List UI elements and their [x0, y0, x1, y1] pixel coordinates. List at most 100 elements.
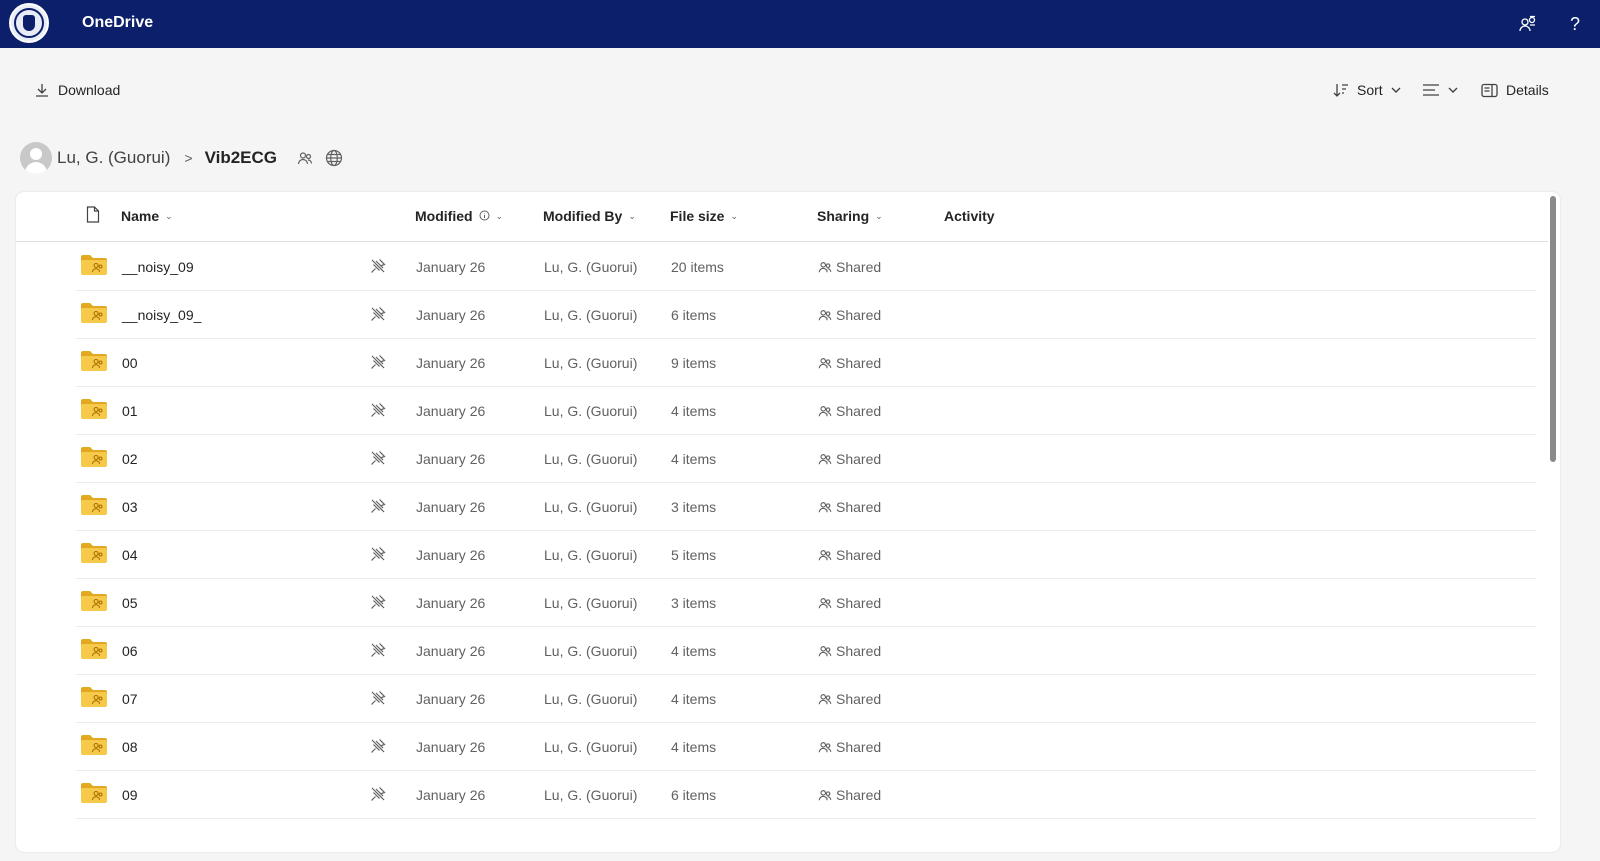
row-modified-by[interactable]: Lu, G. (Guorui)	[544, 547, 637, 563]
row-modified-by[interactable]: Lu, G. (Guorui)	[544, 355, 637, 371]
column-activity[interactable]: Activity	[944, 208, 995, 224]
column-file-size-label: File size	[670, 208, 725, 224]
row-sharing[interactable]: Shared	[818, 259, 881, 275]
pin-off-icon[interactable]	[370, 786, 386, 807]
row-name[interactable]: 05	[122, 595, 138, 611]
app-title[interactable]: OneDrive	[82, 14, 153, 32]
row-file-size: 4 items	[671, 403, 717, 419]
pin-off-icon[interactable]	[370, 738, 386, 759]
shared-people-icon	[818, 454, 832, 465]
row-modified-by[interactable]: Lu, G. (Guorui)	[544, 643, 637, 659]
chevron-down-icon: ⌄	[628, 210, 636, 221]
row-modified-by[interactable]: Lu, G. (Guorui)	[544, 595, 637, 611]
row-modified-by[interactable]: Lu, G. (Guorui)	[544, 499, 637, 515]
table-row[interactable]: 03 January 26 Lu, G. (Guorui) 3 items Sh…	[76, 482, 1536, 531]
shared-folder-icon	[80, 350, 108, 372]
shared-people-icon	[818, 358, 832, 369]
row-name[interactable]: 04	[122, 547, 138, 563]
row-file-size: 4 items	[671, 643, 717, 659]
column-sharing[interactable]: Sharing ⌄	[817, 208, 883, 224]
column-file-size[interactable]: File size ⌄	[670, 208, 738, 224]
download-button[interactable]: Download	[34, 78, 120, 102]
row-sharing[interactable]: Shared	[818, 787, 881, 803]
pin-off-icon[interactable]	[370, 642, 386, 663]
university-seal-icon[interactable]	[9, 3, 49, 43]
people-settings-icon[interactable]	[1516, 12, 1540, 36]
chevron-down-icon	[1448, 82, 1458, 98]
row-name[interactable]: 08	[122, 739, 138, 755]
sort-button[interactable]: Sort	[1333, 78, 1401, 102]
row-sharing[interactable]: Shared	[818, 403, 881, 419]
table-row[interactable]: 07 January 26 Lu, G. (Guorui) 4 items Sh…	[76, 674, 1536, 723]
row-modified-by[interactable]: Lu, G. (Guorui)	[544, 691, 637, 707]
row-modified-by[interactable]: Lu, G. (Guorui)	[544, 451, 637, 467]
row-sharing[interactable]: Shared	[818, 691, 881, 707]
breadcrumb-current-folder[interactable]: Vib2ECG	[205, 148, 277, 168]
details-button[interactable]: Details	[1481, 78, 1549, 102]
row-name[interactable]: __noisy_09_	[122, 307, 201, 323]
row-sharing[interactable]: Shared	[818, 739, 881, 755]
row-sharing[interactable]: Shared	[818, 643, 881, 659]
table-row[interactable]: 08 January 26 Lu, G. (Guorui) 4 items Sh…	[76, 722, 1536, 771]
chevron-down-icon: ⌄	[165, 210, 173, 221]
table-row[interactable]: 02 January 26 Lu, G. (Guorui) 4 items Sh…	[76, 434, 1536, 483]
column-name-label: Name	[121, 208, 160, 224]
view-options-button[interactable]	[1422, 78, 1458, 102]
row-modified: January 26	[416, 499, 486, 515]
row-modified-by[interactable]: Lu, G. (Guorui)	[544, 307, 637, 323]
row-name[interactable]: 09	[122, 787, 138, 803]
pin-off-icon[interactable]	[370, 354, 386, 375]
file-type-icon[interactable]	[86, 206, 100, 223]
row-file-size: 4 items	[671, 739, 717, 755]
shared-folder-icon	[80, 494, 108, 516]
table-row[interactable]: 05 January 26 Lu, G. (Guorui) 3 items Sh…	[76, 578, 1536, 627]
table-row[interactable]: __noisy_09_ January 26 Lu, G. (Guorui) 6…	[76, 290, 1536, 339]
row-name[interactable]: __noisy_09	[122, 259, 194, 275]
table-row[interactable]: __noisy_09 January 26 Lu, G. (Guorui) 20…	[76, 242, 1536, 291]
pin-off-icon[interactable]	[370, 546, 386, 567]
row-modified-by[interactable]: Lu, G. (Guorui)	[544, 259, 637, 275]
pin-off-icon[interactable]	[370, 594, 386, 615]
pin-off-icon[interactable]	[370, 258, 386, 279]
pin-off-icon[interactable]	[370, 450, 386, 471]
breadcrumb-owner[interactable]: Lu, G. (Guorui)	[57, 148, 170, 168]
column-modified[interactable]: Modified ⌄	[415, 208, 503, 224]
row-modified-by[interactable]: Lu, G. (Guorui)	[544, 403, 637, 419]
row-name[interactable]: 03	[122, 499, 138, 515]
pin-off-icon[interactable]	[370, 690, 386, 711]
row-sharing[interactable]: Shared	[818, 451, 881, 467]
row-modified-by[interactable]: Lu, G. (Guorui)	[544, 787, 637, 803]
row-name[interactable]: 07	[122, 691, 138, 707]
shared-folder-icon	[80, 398, 108, 420]
column-modified-by[interactable]: Modified By ⌄	[543, 208, 636, 224]
table-row[interactable]: 09 January 26 Lu, G. (Guorui) 6 items Sh…	[76, 770, 1536, 819]
row-name[interactable]: 00	[122, 355, 138, 371]
shared-folder-icon	[80, 686, 108, 708]
pin-off-icon[interactable]	[370, 402, 386, 423]
row-name[interactable]: 02	[122, 451, 138, 467]
table-row[interactable]: 06 January 26 Lu, G. (Guorui) 4 items Sh…	[76, 626, 1536, 675]
chevron-down-icon: ⌄	[730, 210, 739, 221]
row-name[interactable]: 01	[122, 403, 138, 419]
column-name[interactable]: Name ⌄	[121, 208, 173, 224]
shared-people-icon	[818, 262, 832, 273]
row-modified-by[interactable]: Lu, G. (Guorui)	[544, 739, 637, 755]
row-sharing[interactable]: Shared	[818, 595, 881, 611]
table-row[interactable]: 00 January 26 Lu, G. (Guorui) 9 items Sh…	[76, 338, 1536, 387]
shared-people-icon	[818, 742, 832, 753]
row-sharing[interactable]: Shared	[818, 499, 881, 515]
row-sharing[interactable]: Shared	[818, 547, 881, 563]
row-sharing[interactable]: Shared	[818, 307, 881, 323]
row-sharing-label: Shared	[836, 307, 882, 323]
table-row[interactable]: 01 January 26 Lu, G. (Guorui) 4 items Sh…	[76, 386, 1536, 435]
pin-off-icon[interactable]	[370, 306, 386, 327]
row-sharing[interactable]: Shared	[818, 355, 881, 371]
pin-off-icon[interactable]	[370, 498, 386, 519]
column-header-row: Name ⌄ Modified ⌄ Modified By ⌄ File siz…	[16, 192, 1548, 242]
table-row[interactable]: 04 January 26 Lu, G. (Guorui) 5 items Sh…	[76, 530, 1536, 579]
shared-people-icon	[818, 310, 832, 321]
vertical-scrollbar[interactable]	[1550, 196, 1556, 462]
help-icon[interactable]: ?	[1563, 12, 1587, 36]
row-name[interactable]: 06	[122, 643, 138, 659]
seal-ring	[14, 8, 44, 38]
